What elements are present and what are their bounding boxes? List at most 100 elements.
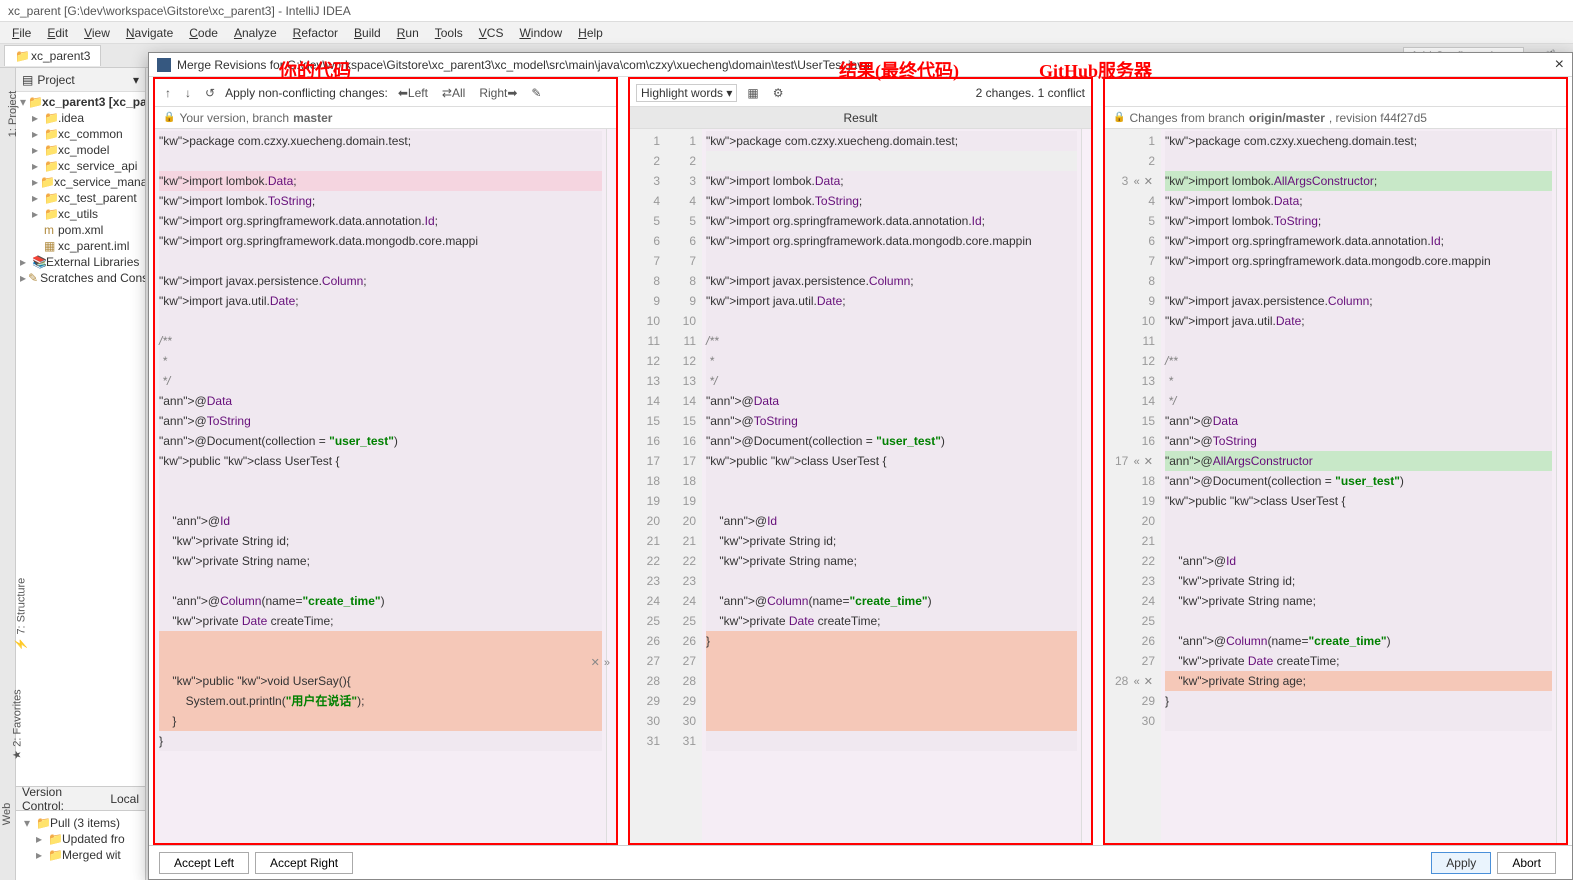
accept-chunk-icon[interactable]: « [1132, 176, 1142, 188]
code-line [706, 671, 1077, 691]
apply-right-button[interactable]: Right➡ [475, 85, 521, 101]
code-line [706, 471, 1077, 491]
code-line: "kw">private String id; [159, 531, 602, 551]
code-line: */ [706, 371, 1077, 391]
gear-icon[interactable]: ⚙ [769, 85, 788, 101]
left-code-area[interactable]: "kw">package com.czxy.xuecheng.domain.te… [155, 129, 616, 843]
prev-change-icon[interactable]: ↑ [161, 85, 175, 101]
tree-item[interactable]: ▸📁xc_utils [16, 206, 145, 222]
version-control-header[interactable]: Version Control: Local [16, 786, 145, 810]
magic-wand-icon[interactable]: ✎ [527, 85, 545, 101]
reject-chunk-icon[interactable]: ✕ [1142, 176, 1155, 188]
code-line [1165, 711, 1552, 731]
tree-item[interactable]: ▸📁.idea [16, 110, 145, 126]
code-line: */ [159, 371, 602, 391]
code-line [706, 311, 1077, 331]
tree-arrow-icon[interactable]: ▸ [32, 127, 42, 141]
accept-right-button[interactable]: Accept Right [255, 852, 353, 874]
accept-chunk-icon[interactable]: « [1132, 676, 1142, 688]
menu-navigate[interactable]: Navigate [118, 24, 181, 42]
apply-button[interactable]: Apply [1431, 852, 1491, 874]
menu-help[interactable]: Help [570, 24, 611, 42]
next-change-icon[interactable]: ↓ [181, 85, 195, 101]
right-marker-bar[interactable] [1556, 129, 1566, 843]
code-line [159, 311, 602, 331]
tree-arrow-icon[interactable]: ▸ [32, 143, 42, 157]
middle-code-area[interactable]: 1234567891011121314151617181920212223242… [630, 129, 1091, 843]
tree-item[interactable]: ▸📁xc_service_api [16, 158, 145, 174]
revision-label: , revision f44f27d5 [1329, 111, 1427, 125]
lock-icon: 🔒 [163, 112, 175, 123]
menu-run[interactable]: Run [389, 24, 427, 42]
tree-arrow-icon[interactable]: ▸ [20, 271, 26, 285]
mid-marker-bar[interactable] [1081, 129, 1091, 843]
code-line: "kw">import org.springframework.data.ann… [1165, 231, 1552, 251]
tree-item[interactable]: ▸✎Scratches and Cons [16, 270, 145, 286]
tree-item[interactable]: ▦xc_parent.iml [16, 238, 145, 254]
tree-item[interactable]: ▸📚External Libraries [16, 254, 145, 270]
tree-arrow-icon[interactable]: ▸ [32, 175, 38, 189]
tree-label: xc_parent.iml [58, 239, 129, 253]
vc-tab[interactable]: Local [110, 792, 139, 806]
menu-window[interactable]: Window [511, 24, 570, 42]
left-pane: ↑ ↓ ↺ Apply non-conflicting changes: ⬅Le… [153, 77, 618, 845]
code-line: "kw">import lombok.Data; [706, 171, 1077, 191]
menu-file[interactable]: File [4, 24, 39, 42]
project-toolwindow-button[interactable]: 1: Project [7, 91, 19, 137]
left-marker-controls[interactable]: ✕» [589, 655, 612, 669]
menu-code[interactable]: Code [181, 24, 226, 42]
folder-icon: 📁 [44, 143, 56, 157]
tree-arrow-icon[interactable]: ▸ [32, 207, 42, 221]
tree-item[interactable]: ▸📁xc_model [16, 142, 145, 158]
changes-item[interactable]: ▾📁Pull (3 items) [20, 815, 141, 831]
reject-chunk-icon[interactable]: ✕ [1142, 676, 1155, 688]
project-tree[interactable]: ▾📁xc_parent3 [xc_pare▸📁.idea▸📁xc_common▸… [16, 92, 145, 786]
favorites-toolwindow-button[interactable]: ★ 2: Favorites [11, 689, 24, 759]
menu-build[interactable]: Build [346, 24, 389, 42]
left-marker-bar[interactable] [606, 129, 616, 843]
menu-view[interactable]: View [76, 24, 118, 42]
tree-item[interactable]: mpom.xml [16, 222, 145, 238]
accept-chunk-icon[interactable]: « [1132, 456, 1142, 468]
tree-item[interactable]: ▸📁xc_service_mana [16, 174, 145, 190]
code-line: "kw">private String id; [706, 531, 1077, 551]
menu-tools[interactable]: Tools [427, 24, 471, 42]
folder-icon: 📁 [44, 191, 56, 205]
tree-arrow-icon[interactable]: ▸ [20, 255, 30, 269]
code-line: "kw">import org.springframework.data.ann… [706, 211, 1077, 231]
tree-item[interactable]: ▾📁xc_parent3 [xc_pare [16, 94, 145, 110]
project-tab[interactable]: 📁 xc_parent3 [4, 45, 101, 66]
tree-arrow-icon[interactable]: ▸ [32, 159, 42, 173]
tree-arrow-icon[interactable]: ▸ [32, 111, 42, 125]
code-line [706, 151, 1077, 171]
reject-chunk-icon[interactable]: ✕ [1142, 456, 1155, 468]
web-toolwindow-button[interactable]: Web [1, 803, 13, 825]
folder-icon: ▦ [44, 239, 56, 253]
tree-item[interactable]: ▸📁xc_common [16, 126, 145, 142]
abort-button[interactable]: Abort [1497, 852, 1556, 874]
menu-refactor[interactable]: Refactor [285, 24, 346, 42]
highlight-dropdown[interactable]: Highlight words ▾ [636, 84, 737, 102]
close-icon[interactable]: × [1555, 56, 1564, 74]
apply-left-button[interactable]: ⬅Left [394, 85, 432, 101]
menu-vcs[interactable]: VCS [471, 24, 512, 42]
right-code-area[interactable]: 123 «✕4567891011121314151617 «✕181920212… [1105, 129, 1566, 843]
left-toolwindow-bar[interactable]: 1: Project ⚡ 7: Structure ★ 2: Favorites… [0, 68, 16, 880]
menu-analyze[interactable]: Analyze [226, 24, 285, 42]
changes-item[interactable]: ▸📁Merged wit [20, 847, 141, 863]
code-line: "kw">public "kw">class UserTest { [706, 451, 1077, 471]
menu-edit[interactable]: Edit [39, 24, 76, 42]
code-line: "kw">package com.czxy.xuecheng.domain.te… [1165, 131, 1552, 151]
toggle-icon[interactable]: ▦ [743, 85, 762, 101]
changes-item[interactable]: ▸📁Updated fro [20, 831, 141, 847]
accept-left-button[interactable]: Accept Left [159, 852, 249, 874]
code-line: "kw">import java.util.Date; [1165, 311, 1552, 331]
tree-arrow-icon[interactable]: ▾ [20, 95, 26, 109]
chevron-down-icon[interactable]: ▾ [133, 73, 139, 87]
merge-dialog-title-bar[interactable]: Merge Revisions for G:\dev\workspace\Git… [149, 53, 1572, 77]
rollback-icon[interactable]: ↺ [201, 85, 219, 101]
structure-toolwindow-button[interactable]: ⚡ 7: Structure [14, 578, 27, 652]
apply-all-button[interactable]: ⇄All [438, 85, 469, 101]
tree-arrow-icon[interactable]: ▸ [32, 191, 42, 205]
tree-item[interactable]: ▸📁xc_test_parent [16, 190, 145, 206]
